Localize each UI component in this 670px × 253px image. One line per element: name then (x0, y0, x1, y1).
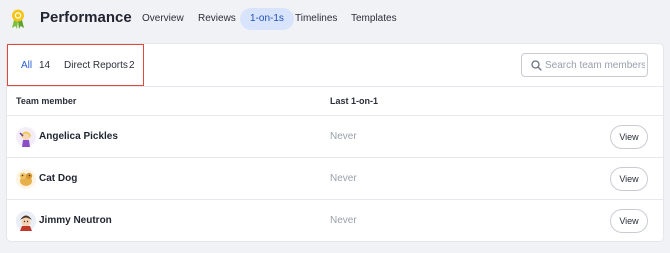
column-header-team-member[interactable]: Team member (16, 96, 76, 106)
avatar (16, 211, 36, 231)
tab-templates[interactable]: Templates (351, 8, 397, 30)
last-1-on-1-value: Never (330, 131, 357, 142)
view-button[interactable]: View (610, 167, 648, 191)
tab-overview[interactable]: Overview (142, 8, 184, 30)
search-icon (531, 60, 542, 71)
filter-all-tab[interactable]: All (21, 60, 32, 71)
team-members-card: All 14 Direct Reports 2 Team member Last… (7, 44, 663, 241)
member-name[interactable]: Cat Dog (39, 173, 77, 184)
tab-reviews[interactable]: Reviews (198, 8, 236, 30)
last-1-on-1-value: Never (330, 173, 357, 184)
filter-tabs: All 14 Direct Reports 2 (7, 44, 144, 86)
column-header-last-1-on-1[interactable]: Last 1-on-1 (330, 96, 378, 106)
table-row[interactable]: Cat Dog Never View (7, 158, 663, 200)
avatar (16, 127, 36, 147)
search-box[interactable] (521, 53, 648, 77)
table-header: Team member Last 1-on-1 (7, 86, 663, 116)
top-bar: Performance Overview Reviews 1-on-1s Tim… (0, 0, 670, 38)
filter-direct-reports-count: 2 (129, 60, 135, 71)
tab-1-on-1s[interactable]: 1-on-1s (240, 8, 294, 30)
member-name[interactable]: Jimmy Neutron (39, 215, 112, 226)
ribbon-award-icon (12, 9, 24, 29)
tab-timelines[interactable]: Timelines (295, 8, 337, 30)
search-input[interactable] (545, 56, 645, 74)
page-title: Performance (40, 9, 132, 26)
filter-direct-reports-tab[interactable]: Direct Reports (64, 60, 128, 71)
member-name[interactable]: Angelica Pickles (39, 131, 118, 142)
filter-all-count: 14 (39, 60, 51, 71)
last-1-on-1-value: Never (330, 215, 357, 226)
view-button[interactable]: View (610, 125, 648, 149)
table-row[interactable]: Angelica Pickles Never View (7, 116, 663, 158)
table-row[interactable]: Jimmy Neutron Never View (7, 200, 663, 242)
avatar (16, 169, 36, 189)
view-button[interactable]: View (610, 209, 648, 233)
